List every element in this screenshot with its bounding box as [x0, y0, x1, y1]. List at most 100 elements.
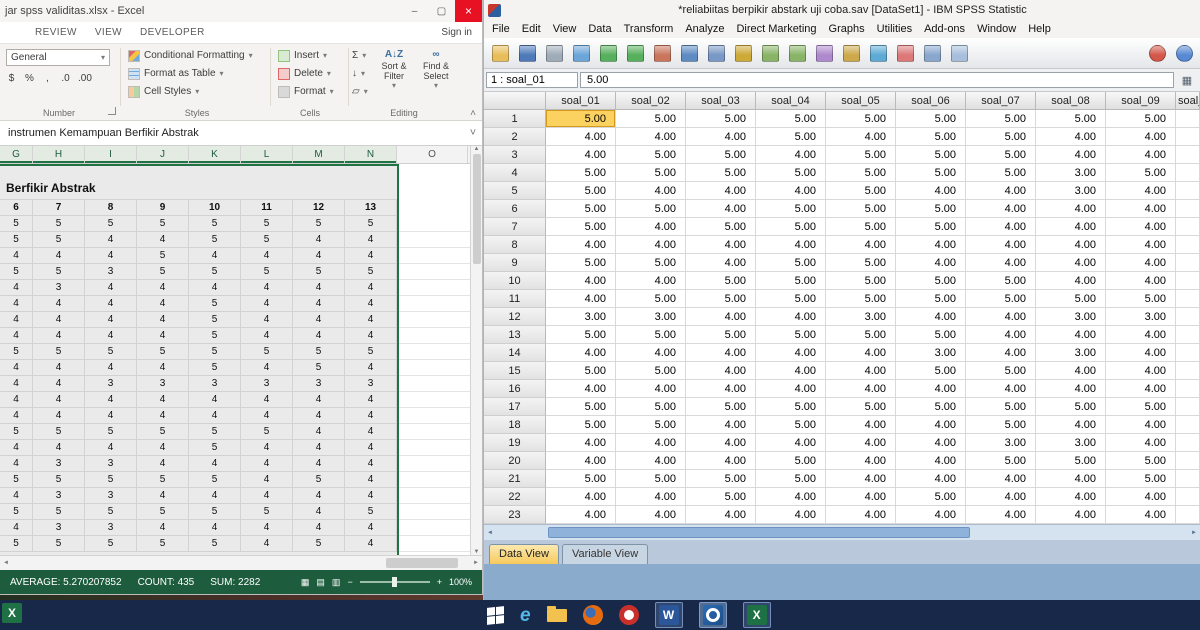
excel-cell[interactable]: 5 [189, 504, 241, 520]
excel-cell[interactable]: 3 [293, 376, 345, 392]
spss-cell-clipped[interactable] [1176, 326, 1200, 344]
spss-cell[interactable]: 5.00 [966, 164, 1036, 182]
column-header-soal_08[interactable]: soal_08 [1036, 92, 1106, 110]
excel-cell[interactable]: 4 [345, 408, 397, 424]
excel-cell[interactable]: 3 [33, 488, 85, 504]
spss-cell[interactable]: 4.00 [616, 452, 686, 470]
spss-cell[interactable]: 4.00 [546, 344, 616, 362]
column-header-H[interactable]: H [33, 146, 85, 163]
excel-cell[interactable]: 5 [33, 536, 85, 552]
row-header-7[interactable]: 7 [484, 218, 546, 236]
menu-transform[interactable]: Transform [618, 23, 680, 35]
value-labels-icon[interactable] [893, 41, 917, 65]
row-header-8[interactable]: 8 [484, 236, 546, 254]
spss-cell-clipped[interactable] [1176, 380, 1200, 398]
spss-cell[interactable]: 5.00 [686, 110, 756, 128]
spss-cell[interactable]: 4.00 [756, 182, 826, 200]
spss-cell-clipped[interactable] [1176, 128, 1200, 146]
column-header-soal_03[interactable]: soal_03 [686, 92, 756, 110]
spss-cell[interactable]: 5.00 [966, 398, 1036, 416]
spss-cell[interactable]: 5.00 [896, 110, 966, 128]
spss-cell[interactable]: 5.00 [616, 470, 686, 488]
row-header-23[interactable]: 23 [484, 506, 546, 524]
excel-cell[interactable]: 4 [345, 456, 397, 472]
spss-cell[interactable]: 4.00 [826, 452, 896, 470]
excel-cell[interactable]: 5 [33, 344, 85, 360]
spss-cell[interactable]: 3.00 [1036, 308, 1106, 326]
excel-cell[interactable]: 4 [33, 408, 85, 424]
excel-cell[interactable]: 4 [241, 488, 293, 504]
spss-cell[interactable]: 4.00 [616, 272, 686, 290]
spss-cell[interactable]: 4.00 [1106, 272, 1176, 290]
cell-value-editor[interactable]: 5.00 [580, 72, 1174, 88]
spss-cell[interactable]: 5.00 [896, 488, 966, 506]
spss-cell[interactable]: 4.00 [1106, 146, 1176, 164]
excel-cell[interactable]: 4 [241, 360, 293, 376]
excel-cell[interactable]: 5 [0, 216, 33, 232]
spss-cell[interactable]: 5.00 [826, 272, 896, 290]
spss-cell[interactable]: 4.00 [966, 344, 1036, 362]
menu-add-ons[interactable]: Add-ons [918, 23, 971, 35]
sign-in-link[interactable]: Sign in [441, 27, 482, 38]
excel-cell[interactable]: 5 [137, 216, 189, 232]
file-explorer-button[interactable] [546, 605, 567, 622]
column-header-J[interactable]: J [137, 146, 189, 163]
number-button-2[interactable]: , [42, 73, 53, 84]
spss-cell[interactable]: 4.00 [756, 434, 826, 452]
spss-cell[interactable]: 4.00 [1106, 254, 1176, 272]
spss-cell[interactable]: 5.00 [966, 362, 1036, 380]
spss-horizontal-scrollbar[interactable]: ◄ ► [484, 524, 1200, 540]
start-button[interactable] [487, 605, 504, 625]
column-header-soal_01[interactable]: soal_01 [546, 92, 616, 110]
formula-bar[interactable]: instrumen Kemampuan Berfikir Abstrak ˅ [0, 121, 482, 146]
excel-cell[interactable]: 4 [0, 296, 33, 312]
goto-variable-icon[interactable] [677, 41, 701, 65]
excel-cell[interactable]: 5 [293, 472, 345, 488]
excel-cell[interactable]: 5 [189, 472, 241, 488]
spss-cell[interactable]: 4.00 [1106, 380, 1176, 398]
spss-cell[interactable]: 5.00 [966, 128, 1036, 146]
spss-cell[interactable]: 4.00 [686, 452, 756, 470]
spss-cell[interactable]: 4.00 [826, 380, 896, 398]
excel-cell[interactable]: 4 [33, 296, 85, 312]
spss-cell[interactable]: 4.00 [1036, 362, 1106, 380]
excel-cell[interactable]: 5 [0, 264, 33, 280]
excel-cell[interactable]: 4 [33, 360, 85, 376]
row-header-6[interactable]: 6 [484, 200, 546, 218]
ribbon-button-format[interactable]: Format ▾ [278, 83, 334, 100]
spss-cell[interactable]: 4.00 [616, 434, 686, 452]
spss-cell[interactable]: 4.00 [686, 362, 756, 380]
excel-cell[interactable]: 4 [33, 328, 85, 344]
column-header-soal_06[interactable]: soal_06 [896, 92, 966, 110]
excel-cell[interactable]: 4 [137, 328, 189, 344]
spss-cell[interactable]: 4.00 [966, 200, 1036, 218]
spss-cell-clipped[interactable] [1176, 146, 1200, 164]
excel-cell[interactable]: 4 [137, 456, 189, 472]
excel-cell[interactable]: 5 [189, 344, 241, 360]
spss-cell[interactable]: 5.00 [826, 218, 896, 236]
excel-cell[interactable]: 5 [85, 344, 137, 360]
excel-cell[interactable]: 4 [293, 280, 345, 296]
excel-cell[interactable]: 3 [33, 280, 85, 296]
scroll-up-icon[interactable]: ▲ [474, 146, 480, 152]
zoom-slider-knob[interactable] [391, 577, 397, 587]
spss-cell[interactable]: 4.00 [896, 506, 966, 524]
spss-cell[interactable]: 3.00 [896, 344, 966, 362]
spss-cell[interactable]: 4.00 [616, 182, 686, 200]
tab-variable-view[interactable]: Variable View [561, 544, 649, 564]
variables-icon[interactable] [704, 41, 728, 65]
excel-cell[interactable]: 4 [345, 280, 397, 296]
spss-cell[interactable]: 5.00 [546, 254, 616, 272]
spss-cell[interactable]: 4.00 [896, 236, 966, 254]
row-header-5[interactable]: 5 [484, 182, 546, 200]
excel-cell[interactable]: 4 [345, 360, 397, 376]
spss-cell[interactable]: 4.00 [756, 146, 826, 164]
header-cell[interactable]: 7 [33, 200, 85, 216]
number-button-4[interactable]: .00 [78, 73, 92, 84]
spss-cell[interactable]: 4.00 [1106, 416, 1176, 434]
recall-dialogs-icon[interactable] [569, 41, 593, 65]
insert-variable-icon[interactable] [785, 41, 809, 65]
spss-cell-clipped[interactable] [1176, 218, 1200, 236]
excel-cell[interactable]: 4 [137, 360, 189, 376]
spss-cell[interactable]: 5.00 [896, 290, 966, 308]
